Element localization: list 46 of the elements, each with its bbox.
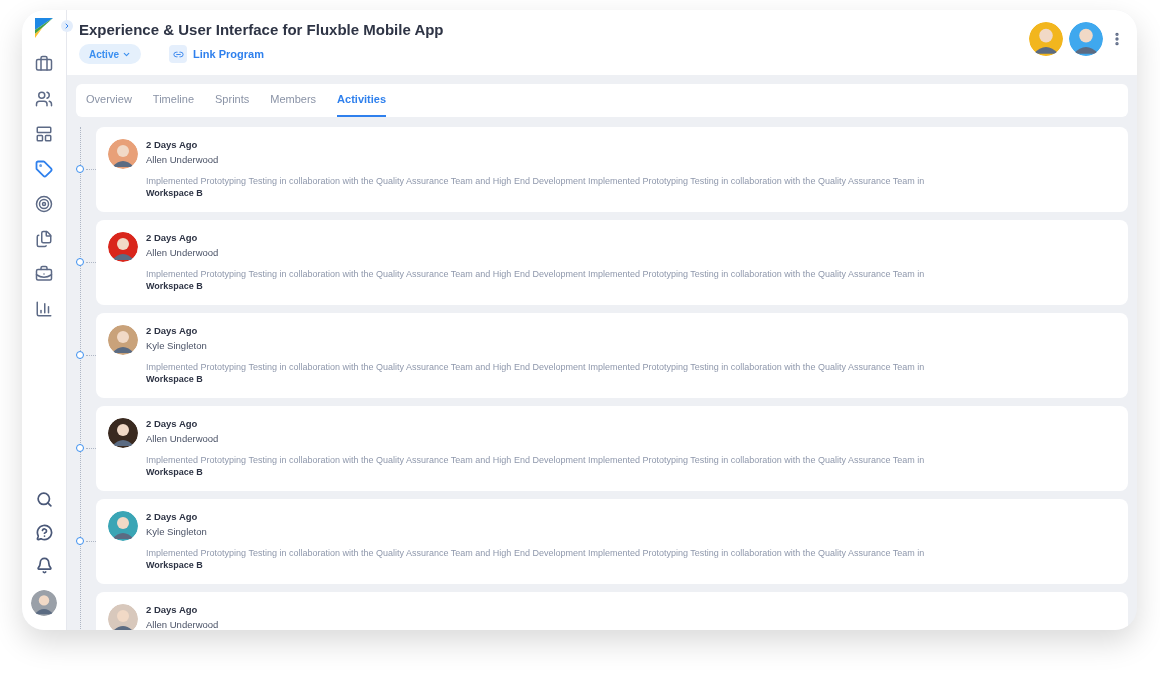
status-dropdown[interactable]: Active [79,44,141,64]
person-name: Allen Underwood [146,433,220,445]
timeline-node [76,444,84,452]
person-name: Allen Underwood [146,247,220,259]
activity-description: Implemented Prototyping Testing in collaboration with the Quality Assurance Team and High End Development Implemented Prototyping Testing in collaboration with the Quality Assurance Team in Workspace B [146,175,926,199]
activity-description: Implemented Prototyping Testing in collaboration with the Quality Assurance Team and High End Development Implemented Prototyping Testing in collaboration with the Quality Assurance Team in Workspace B [146,361,926,385]
activity-time: 2 Days Ago [146,139,199,151]
search-icon[interactable] [35,491,53,508]
board-icon[interactable] [35,125,53,143]
activity-description: Implemented Prototyping Testing in collaboration with the Quality Assurance Team and High End Development Implemented Prototyping Testing in collaboration with the Quality Assurance Team in Workspace B [146,547,926,571]
person-name: Kyle Singleton [146,526,208,538]
project-title: Experience & User Interface for Fluxble Mobile App [79,20,444,40]
bell-icon[interactable] [35,557,53,574]
timeline-node [76,165,84,173]
tab[interactable]: Sprints [215,90,250,117]
person-name: Allen Underwood [146,154,220,166]
tag-icon[interactable] [35,160,53,178]
timeline-node [76,258,84,266]
activity-time: 2 Days Ago [146,325,199,337]
person-name: Kyle Singleton [146,340,208,352]
activity-time: 2 Days Ago [146,418,199,430]
tab[interactable]: Members [270,90,317,117]
user-avatar [31,590,57,616]
tab[interactable]: Timeline [152,90,194,117]
activity-description: Implemented Prototyping Testing in collaboration with the Quality Assurance Team and High End Development Implemented Prototyping Testing in collaboration with the Quality Assurance Team in Workspace B [146,454,926,478]
timeline-node [76,351,84,359]
tab[interactable]: Activities [337,90,387,117]
person-name: Allen Underwood [146,619,219,630]
briefcase-icon[interactable] [35,265,53,283]
manager-avatar [1069,22,1103,56]
link-program-button[interactable]: Link Program [169,45,264,63]
timeline-node [76,537,84,545]
activity-time: 2 Days Ago [146,232,199,244]
activity-time: 2 Days Ago [146,604,199,616]
activity-description: Implemented Prototyping Testing in collaboration with the Quality Assurance Team and High End Development Implemented Prototyping Testing in collaboration with the Quality Assurance Team in Workspace B [146,268,926,292]
briefcase-icon[interactable] [35,55,53,73]
help-icon[interactable] [35,524,53,541]
bar-chart-icon[interactable] [35,300,53,318]
activity-time: 2 Days Ago [146,511,199,523]
logo-icon[interactable] [35,18,53,38]
manager-avatar [1029,22,1063,56]
chevron-icon [63,22,71,30]
tab[interactable]: Overview [86,90,132,117]
team-icon[interactable] [35,90,53,108]
target-icon[interactable] [35,195,53,213]
documents-icon[interactable] [35,230,53,248]
